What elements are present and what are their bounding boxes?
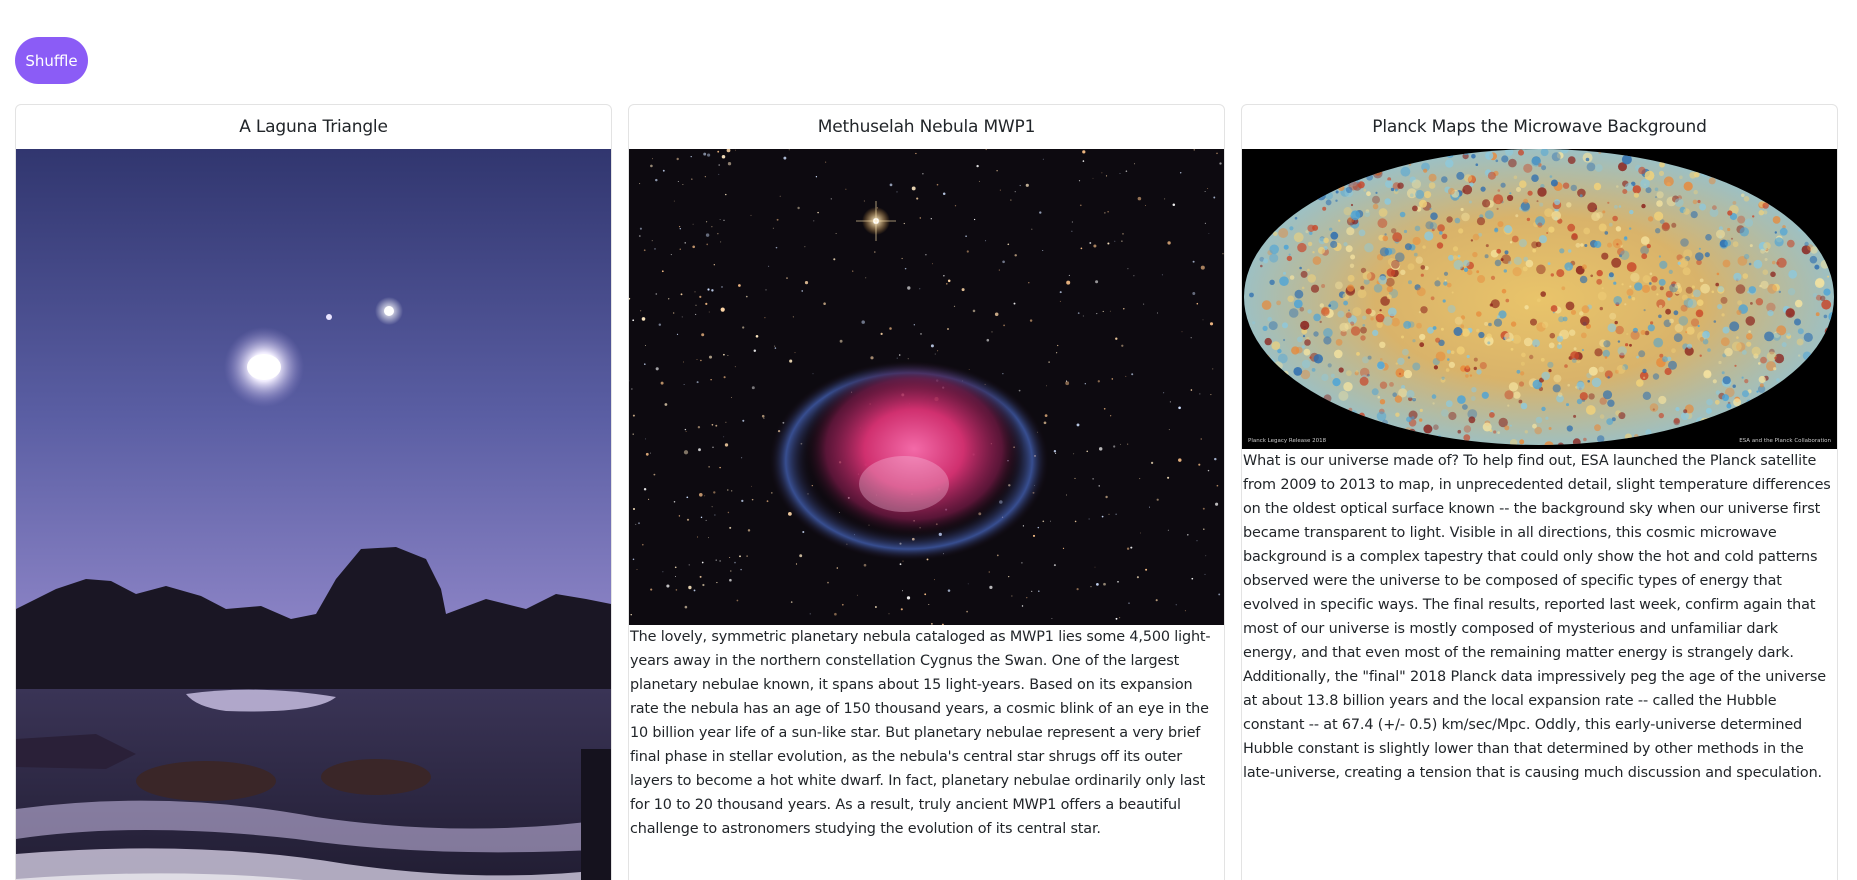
cmb-caption-right: ESA and the Planck Collaboration bbox=[1739, 438, 1831, 444]
apod-card: A Laguna Triangle bbox=[15, 104, 612, 880]
card-title: A Laguna Triangle bbox=[239, 117, 388, 137]
card-image[interactable]: Planck Legacy Release 2018 ESA and the P… bbox=[1242, 149, 1837, 449]
card-description: The lovely, symmetric planetary nebula c… bbox=[630, 629, 1211, 837]
apod-card: Planck Maps the Microwave Background Pla… bbox=[1241, 104, 1838, 880]
card-description: What is our universe made of? To help fi… bbox=[1243, 453, 1831, 781]
shuffle-button[interactable]: Shuffle bbox=[15, 37, 88, 84]
cmb-caption-left: Planck Legacy Release 2018 bbox=[1248, 438, 1327, 444]
card-title: Methuselah Nebula MWP1 bbox=[817, 117, 1036, 137]
moon-venus-photo bbox=[16, 149, 611, 880]
card-image[interactable] bbox=[16, 149, 611, 880]
nebula-photo bbox=[629, 149, 1224, 625]
card-title: Planck Maps the Microwave Background bbox=[1372, 117, 1707, 137]
card-image[interactable] bbox=[629, 149, 1224, 625]
cmb-map: Planck Legacy Release 2018 ESA and the P… bbox=[1242, 149, 1837, 449]
apod-card: Methuselah Nebula MWP1 The lovely, symme… bbox=[628, 104, 1225, 880]
